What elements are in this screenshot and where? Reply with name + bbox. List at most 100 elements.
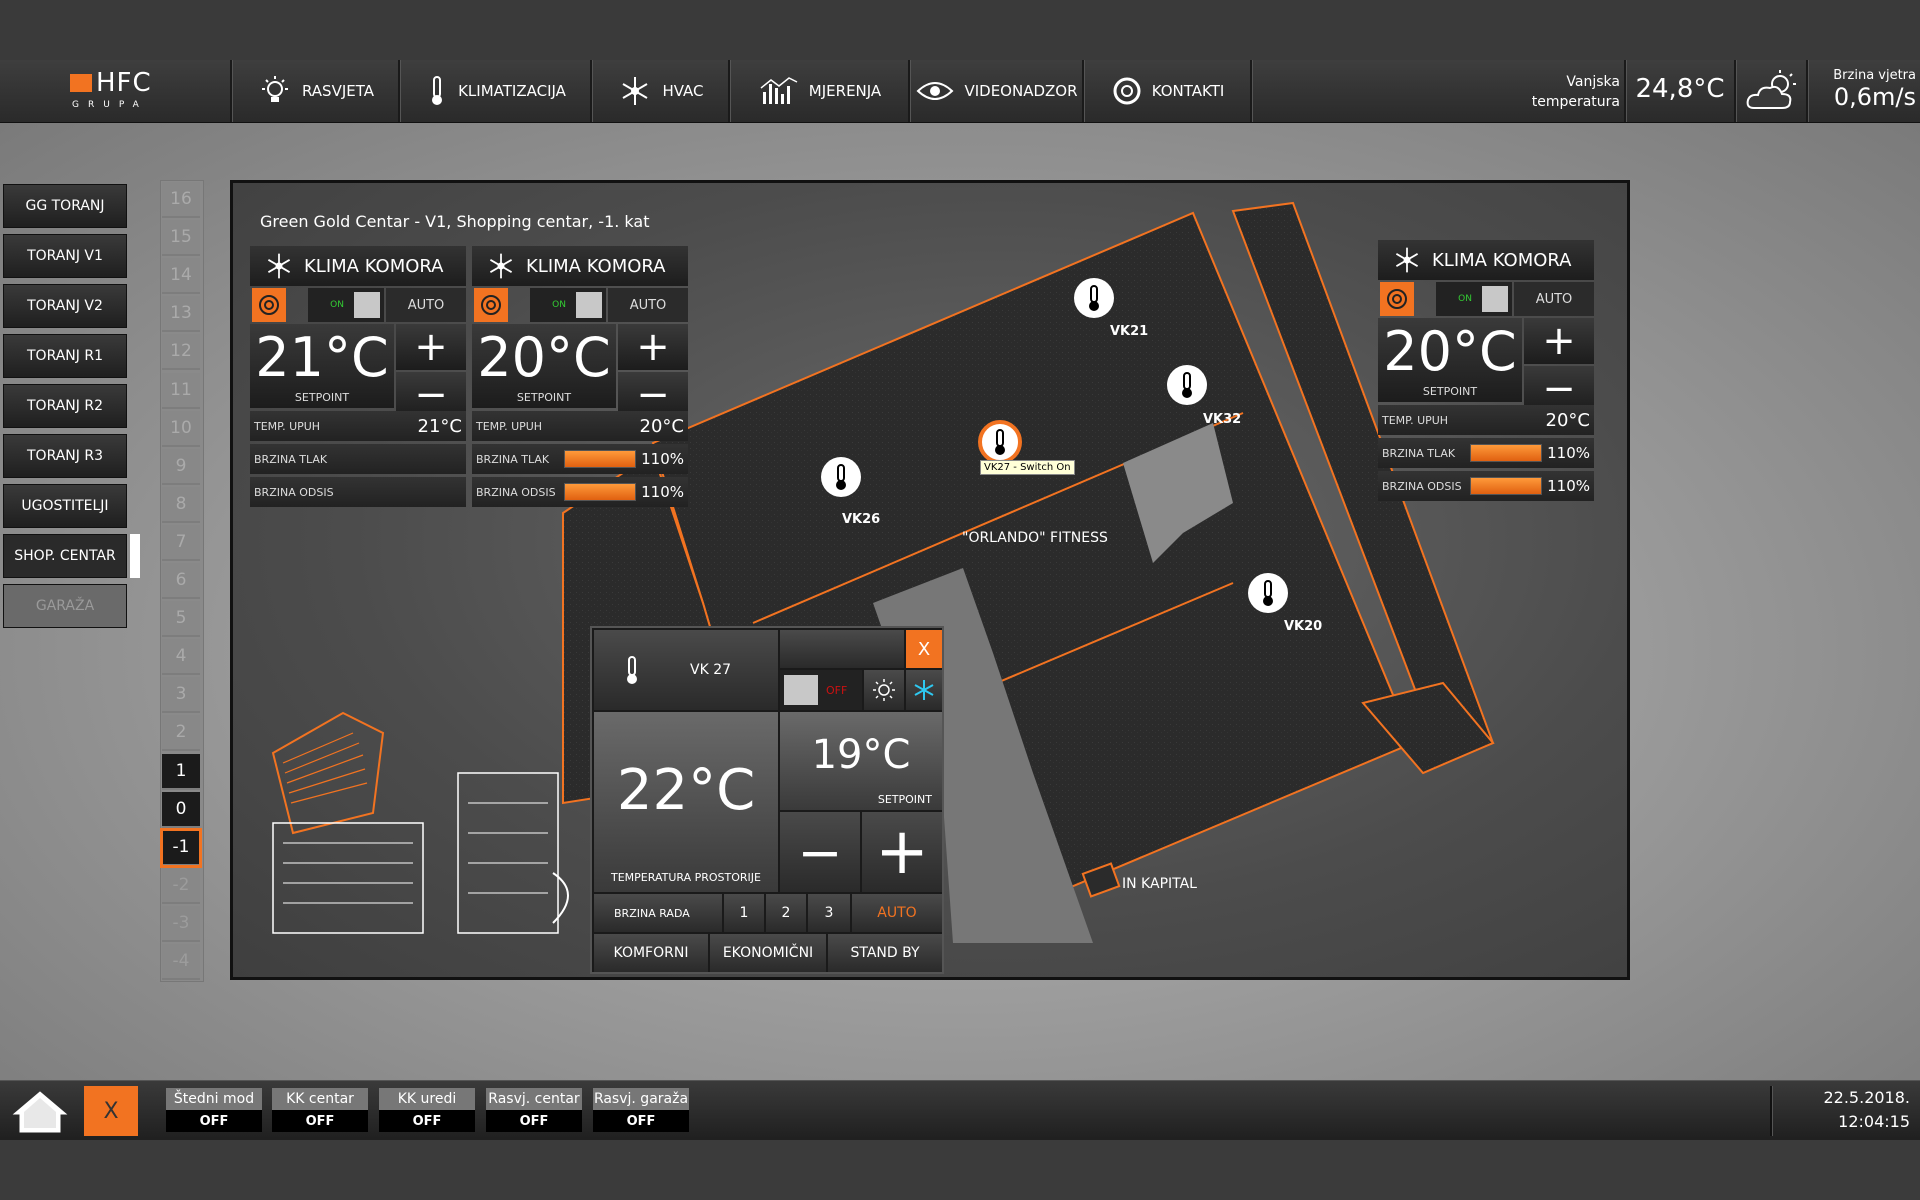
- klima-komora-card: KLIMA KOMORA ON AUTO 20°C SETPOINT + − TEMP. UP…: [1378, 240, 1594, 501]
- sensor-vk27[interactable]: [978, 420, 1022, 464]
- auto-mode-button[interactable]: AUTO: [608, 288, 688, 322]
- floor-button[interactable]: 8: [162, 486, 200, 523]
- on-toggle[interactable]: ON: [1436, 282, 1512, 316]
- exhaust-speed-label: BRZINA ODSIS: [254, 485, 334, 499]
- quick-toggle-button[interactable]: Rasvj. garaža OFF: [593, 1088, 689, 1132]
- fan-speed-2-button[interactable]: 2: [766, 894, 806, 932]
- menu-ugostitelji[interactable]: UGOSTITELJI: [3, 484, 127, 528]
- floor-button[interactable]: 3: [162, 677, 200, 714]
- menu-label: GARAŽA: [35, 598, 95, 614]
- pressure-speed-label: BRZINA TLAK: [1382, 446, 1456, 460]
- nav-hvac[interactable]: HVAC: [594, 60, 728, 122]
- sensor-vk32[interactable]: [1167, 365, 1207, 405]
- sensor-vk26[interactable]: [821, 457, 861, 497]
- floor-button[interactable]: 0: [162, 791, 200, 828]
- fan-speed-label: BRZINA RADA: [594, 894, 722, 932]
- thermometer-icon: [995, 429, 1005, 455]
- nav-videonadzor[interactable]: VIDEONADZOR: [912, 60, 1082, 122]
- sensor-vk21[interactable]: [1074, 278, 1114, 318]
- floor-button[interactable]: 11: [162, 372, 200, 409]
- menu-toranj-v1[interactable]: TORANJ V1: [3, 234, 127, 278]
- fan-speed-3-button[interactable]: 3: [808, 894, 850, 932]
- mode-komforni-button[interactable]: KOMFORNI: [594, 934, 708, 972]
- sensor-vk20[interactable]: [1248, 573, 1288, 613]
- increase-button[interactable]: +: [1524, 318, 1594, 364]
- power-button[interactable]: [474, 288, 508, 322]
- menu-toranj-r2[interactable]: TORANJ R2: [3, 384, 127, 428]
- on-toggle[interactable]: ON: [530, 288, 606, 322]
- nav-kontakti[interactable]: KONTAKTI: [1086, 60, 1250, 122]
- menu-toranj-v2[interactable]: TORANJ V2: [3, 284, 127, 328]
- nav-rasvjeta[interactable]: RASVJETA: [234, 60, 398, 122]
- floor-button[interactable]: 2: [162, 715, 200, 752]
- floor-button[interactable]: 5: [162, 601, 200, 638]
- nav-label: KONTAKTI: [1151, 82, 1225, 100]
- menu-toranj-r3[interactable]: TORANJ R3: [3, 434, 127, 478]
- fan-speed-auto-button[interactable]: AUTO: [852, 894, 942, 932]
- bottom-close-button[interactable]: X: [84, 1086, 138, 1136]
- floor-button[interactable]: -4: [162, 944, 200, 980]
- quick-toggle-button[interactable]: Štedni mod OFF: [166, 1088, 262, 1132]
- quick-toggle-button[interactable]: Rasvj. centar OFF: [486, 1088, 582, 1132]
- target-icon: [481, 295, 501, 315]
- popup-power-toggle[interactable]: OFF: [780, 670, 862, 710]
- nav-klimatizacija[interactable]: KLIMATIZACIJA: [402, 60, 590, 122]
- auto-mode-button[interactable]: AUTO: [386, 288, 466, 322]
- snowflake-icon: [914, 680, 934, 700]
- card-title: KLIMA KOMORA: [304, 255, 444, 277]
- quick-toggle-label: Rasvj. centar: [486, 1088, 582, 1110]
- floor-button[interactable]: 14: [162, 258, 200, 295]
- menu-label: TORANJ R1: [27, 348, 103, 364]
- floor-button[interactable]: 9: [162, 448, 200, 485]
- floor-button[interactable]: 15: [162, 220, 200, 257]
- fan-icon: [1395, 247, 1419, 273]
- mode-ekonomicni-button[interactable]: EKONOMIČNI: [710, 934, 826, 972]
- top-strip: [0, 0, 1920, 60]
- outside-temp-label: Vanjska temperatura: [1531, 74, 1620, 110]
- hfc-logo[interactable]: HFC GRUPA: [70, 68, 170, 114]
- menu-garaza[interactable]: GARAŽA: [3, 584, 127, 628]
- setpoint-increase-button[interactable]: +: [862, 812, 942, 892]
- floor-button[interactable]: 13: [162, 296, 200, 333]
- heat-mode-button[interactable]: [864, 670, 904, 710]
- site-minimap[interactable]: [253, 693, 583, 943]
- menu-toranj-r1[interactable]: TORANJ R1: [3, 334, 127, 378]
- auto-mode-button[interactable]: AUTO: [1514, 282, 1594, 316]
- menu-shop-centar[interactable]: SHOP. CENTAR: [3, 534, 127, 578]
- quick-toggle-state: OFF: [272, 1110, 368, 1132]
- room-temp-label: TEMPERATURA PROSTORIJE: [611, 871, 761, 884]
- power-button[interactable]: [252, 288, 286, 322]
- pressure-speed-label: BRZINA TLAK: [254, 452, 328, 466]
- quick-toggle-button[interactable]: KK centar OFF: [272, 1088, 368, 1132]
- thermometer-icon: [432, 76, 443, 105]
- floor-button[interactable]: 12: [162, 334, 200, 371]
- menu-gg-toranj[interactable]: GG TORANJ: [3, 184, 127, 228]
- floor-button[interactable]: 1: [162, 753, 200, 790]
- floor-button[interactable]: -3: [162, 905, 200, 942]
- on-toggle[interactable]: ON: [308, 288, 384, 322]
- pressure-speed-row: BRZINA TLAK 110%: [472, 444, 688, 474]
- popup-header: VK 27: [594, 630, 778, 710]
- power-button[interactable]: [1380, 282, 1414, 316]
- thermometer-icon: [836, 464, 846, 490]
- fan-speed-1-button[interactable]: 1: [724, 894, 764, 932]
- floor-button[interactable]: 10: [162, 410, 200, 447]
- increase-button[interactable]: +: [618, 324, 688, 370]
- cool-mode-button[interactable]: [906, 670, 942, 710]
- floor-button[interactable]: -1: [160, 827, 202, 868]
- klima-komora-card: KLIMA KOMORA ON AUTO 21°C SETPOINT + − TEMP. UP…: [250, 246, 466, 507]
- floor-button[interactable]: 16: [162, 182, 200, 218]
- floor-button[interactable]: 7: [162, 524, 200, 561]
- floor-button[interactable]: 4: [162, 639, 200, 676]
- floor-button[interactable]: 6: [162, 563, 200, 599]
- quick-toggle-button[interactable]: KK uredi OFF: [379, 1088, 475, 1132]
- mode-standby-button[interactable]: STAND BY: [828, 934, 942, 972]
- home-button[interactable]: [10, 1086, 70, 1136]
- thermometer-icon: [627, 656, 637, 684]
- floor-button[interactable]: -2: [162, 867, 200, 904]
- popup-close-button[interactable]: X: [906, 630, 942, 668]
- increase-button[interactable]: +: [396, 324, 466, 370]
- room-temp-value: 22°C: [616, 758, 756, 823]
- setpoint-decrease-button[interactable]: −: [780, 812, 860, 892]
- nav-mjerenja[interactable]: MJERENJA: [732, 60, 908, 122]
